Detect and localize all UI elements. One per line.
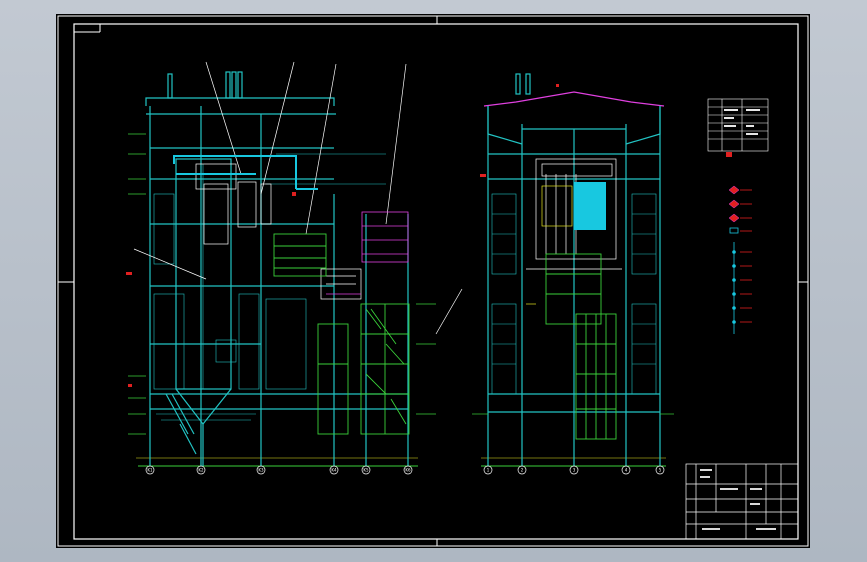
drawing-canvas: K1 K2 K3 K4 K5 K6 1 2 3 4 5 xyxy=(57,15,809,547)
equipment-table xyxy=(707,98,769,152)
axis-label-k3: K3 xyxy=(258,468,264,473)
title-block xyxy=(685,463,799,540)
axis-label-k1: K1 xyxy=(147,468,153,473)
right-elevation-view: 1 2 3 4 5 xyxy=(472,73,674,475)
axis-label-3: 3 xyxy=(573,468,576,473)
cad-viewport[interactable]: K1 K2 K3 K4 K5 K6 1 2 3 4 5 xyxy=(0,0,867,562)
left-elevation-view: K1 K2 K3 K4 K5 K6 xyxy=(126,61,463,475)
inner-frame xyxy=(73,23,799,540)
heat-exchanger-block xyxy=(574,182,606,230)
drawing-sheet: K1 K2 K3 K4 K5 K6 1 2 3 4 5 xyxy=(56,14,810,548)
axis-label-1: 1 xyxy=(487,468,490,473)
axis-label-k4: K4 xyxy=(331,468,337,473)
axis-label-5: 5 xyxy=(659,468,662,473)
axis-label-k5: K5 xyxy=(363,468,369,473)
axis-label-4: 4 xyxy=(625,468,628,473)
axis-label-k2: K2 xyxy=(198,468,204,473)
axis-label-2: 2 xyxy=(521,468,524,473)
symbol-legend xyxy=(728,185,752,334)
axis-label-k6: K6 xyxy=(405,468,411,473)
